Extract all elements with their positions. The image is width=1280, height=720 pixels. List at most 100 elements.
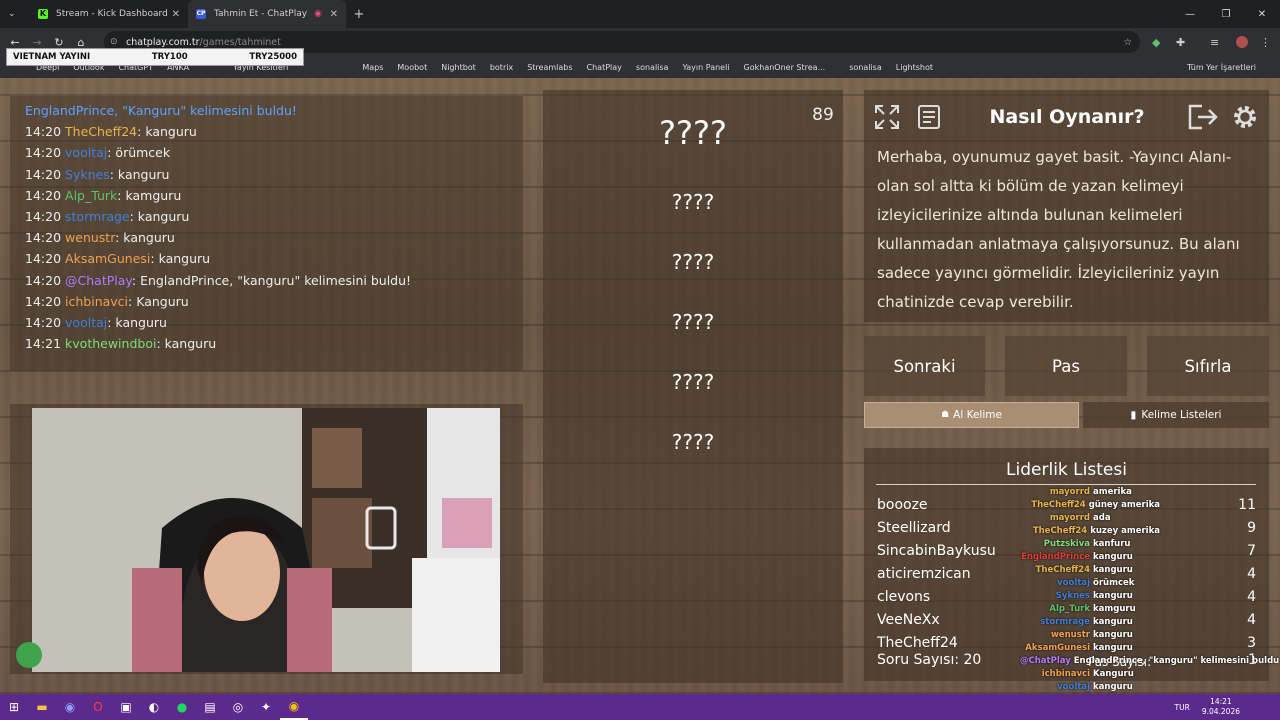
overlay-chat-user: mayorrd	[1049, 487, 1090, 497]
floating-action-icon[interactable]	[16, 642, 42, 668]
overlay-chat-message: EnglandPrince kanguru	[1020, 551, 1160, 564]
overlay-chat-text: kanguru	[1093, 643, 1133, 653]
back-icon[interactable]: ←	[4, 36, 26, 49]
tray-clock[interactable]: 14:21 9.04.2026	[1202, 697, 1240, 717]
close-window-icon[interactable]: ✕	[1244, 0, 1280, 28]
forward-icon[interactable]: →	[26, 36, 48, 49]
bookmark-star-icon[interactable]: ☆	[1123, 37, 1132, 48]
tab-kick-dashboard[interactable]: K Stream - Kick Dashboard ✕	[30, 0, 188, 28]
overlay-chat-text: kanfuru	[1093, 539, 1131, 549]
file-explorer-icon[interactable]: ▬	[28, 694, 56, 720]
bookmark-item[interactable]: Lightshot	[896, 63, 933, 72]
start-windows-icon[interactable]: ⊞	[0, 694, 28, 720]
notes-icon[interactable]	[912, 100, 946, 134]
forbidden-word-2: ????	[671, 250, 715, 274]
next-button[interactable]: Sonraki	[864, 336, 985, 396]
fullscreen-icon[interactable]	[870, 100, 904, 134]
chat-username[interactable]: vooltaj	[65, 145, 107, 160]
chat-time: 14:20	[25, 251, 62, 267]
obs-icon[interactable]: ◎	[224, 694, 252, 720]
chrome-icon[interactable]: ◉	[280, 694, 308, 720]
bookmark-item[interactable]: Yayın Paneli	[682, 63, 729, 72]
system-tray: TUR 14:21 9.04.2026	[1175, 694, 1280, 720]
new-tab-button[interactable]: +	[346, 7, 372, 22]
steam-icon[interactable]: ◐	[140, 694, 168, 720]
ai-word-button[interactable]: ☗ Al Kelime	[864, 402, 1079, 428]
leaderboard-name: Steellizard	[877, 520, 951, 536]
chat-username[interactable]: TheCheff24	[65, 124, 137, 139]
tray-lang[interactable]: TUR	[1175, 703, 1190, 712]
overlay-goal: TRY25000	[249, 52, 297, 62]
all-bookmarks[interactable]: Tüm Yer İşaretleri	[1187, 63, 1256, 72]
reload-icon[interactable]: ↻	[48, 36, 70, 49]
bookmark-item[interactable]: Nightbot	[441, 63, 476, 72]
chat-text: : Kanguru	[128, 293, 189, 309]
chat-username[interactable]: Alp_Turk	[65, 188, 117, 203]
opera-icon[interactable]: O	[84, 694, 112, 720]
discord-icon[interactable]: ◉	[56, 694, 84, 720]
tab-chatplay[interactable]: CP Tahmin Et - ChatPlay ◉ ✕	[188, 0, 346, 28]
overlay-chat-text: kanguru	[1093, 617, 1133, 627]
chat-username[interactable]: ichbinavci	[65, 294, 128, 309]
chat-username[interactable]: stormrage	[65, 209, 130, 224]
webcam-feed	[32, 408, 500, 672]
overlay-chat-message: TheCheff24 güney amerika	[1020, 499, 1160, 512]
app2-icon[interactable]: ✦	[252, 694, 280, 720]
maximize-icon[interactable]: ❐	[1208, 0, 1244, 28]
tab-search-icon[interactable]: ≡	[1210, 36, 1219, 49]
chat-username[interactable]: vooltaj	[65, 315, 107, 330]
site-info-icon[interactable]: ⊙	[110, 37, 118, 47]
spotify-icon[interactable]: ●	[168, 694, 196, 720]
overlay-chat-user: Alp_Turk	[1049, 604, 1090, 614]
chat-text: : kanguru	[129, 209, 190, 225]
chat-username[interactable]: Syknes	[65, 167, 110, 182]
epic-games-icon[interactable]: ▤	[196, 694, 224, 720]
chat-time: 14:20	[25, 315, 62, 331]
main-hidden-word: ????	[659, 114, 727, 152]
pass-button[interactable]: Pas	[1005, 336, 1127, 396]
app-icon[interactable]: ▣	[112, 694, 140, 720]
overlay-chat-user: wenustr	[1050, 630, 1090, 640]
bookmark-item[interactable]: sonalisa	[849, 63, 882, 72]
bookmark-item[interactable]: sonalisa	[636, 63, 669, 72]
reset-button[interactable]: Sıfırla	[1147, 336, 1269, 396]
bookmark-item[interactable]: Moobot	[397, 63, 427, 72]
bookmark-item[interactable]: Streamlabs	[527, 63, 572, 72]
question-count: Soru Sayısı: 20	[877, 652, 982, 668]
menu-kebab-icon[interactable]: ⋮	[1260, 36, 1271, 49]
overlay-chat-text: örümcek	[1093, 578, 1135, 588]
chat-panel[interactable]: EnglandPrince, "Kanguru" kelimesini buld…	[10, 96, 523, 371]
chat-text: : kanguru	[115, 230, 175, 246]
exit-icon[interactable]	[1186, 100, 1220, 134]
chat-username[interactable]: AksamGunesi	[65, 251, 150, 266]
overlay-chat-text: Kanguru	[1093, 669, 1134, 679]
chat-time: 14:21	[25, 336, 62, 352]
overlay-chat-message: TheCheff24 kanguru	[1020, 564, 1160, 577]
leaderboard-name: TheCheff24	[877, 635, 958, 647]
tab-list-chevron-icon[interactable]: ⌄	[0, 0, 26, 28]
close-tab-icon[interactable]: ✕	[172, 9, 180, 20]
overlay-chat-user: @ChatPlay	[1020, 656, 1071, 666]
chat-time: 14:20	[25, 145, 62, 161]
chat-username[interactable]: wenustr	[65, 230, 115, 245]
tray-time: 14:21	[1210, 697, 1232, 706]
bookmark-item[interactable]: botrix	[490, 63, 513, 72]
overlay-chat-message: vooltaj kanguru	[1020, 681, 1160, 694]
close-tab-icon[interactable]: ✕	[330, 9, 338, 20]
settings-gear-icon[interactable]	[1228, 100, 1262, 134]
home-icon[interactable]: ⌂	[70, 36, 92, 49]
extensions-puzzle-icon[interactable]: ✚	[1176, 36, 1185, 49]
bookmark-item[interactable]: ChatPlay	[587, 63, 622, 72]
profile-avatar-icon[interactable]	[1236, 36, 1248, 48]
forbidden-word-1: ????	[671, 190, 715, 214]
bookmark-item[interactable]: GokhanOner Strea...	[744, 63, 826, 72]
word-lists-button[interactable]: ▮ Kelime Listeleri	[1083, 402, 1269, 428]
extension-icon[interactable]: ◆	[1152, 36, 1160, 49]
chat-username[interactable]: EnglandPrince,	[25, 103, 122, 118]
chat-username[interactable]: kvothewindboi	[65, 336, 156, 351]
taskbar: ⊞ ▬ ◉ O ▣ ◐ ● ▤ ◎ ✦ ◉	[0, 694, 1280, 720]
chat-username[interactable]: @ChatPlay	[65, 273, 132, 288]
minimize-icon[interactable]: —	[1172, 0, 1208, 28]
leaderboard-name: boooze	[877, 497, 928, 513]
bookmark-item[interactable]: Maps	[362, 63, 383, 72]
